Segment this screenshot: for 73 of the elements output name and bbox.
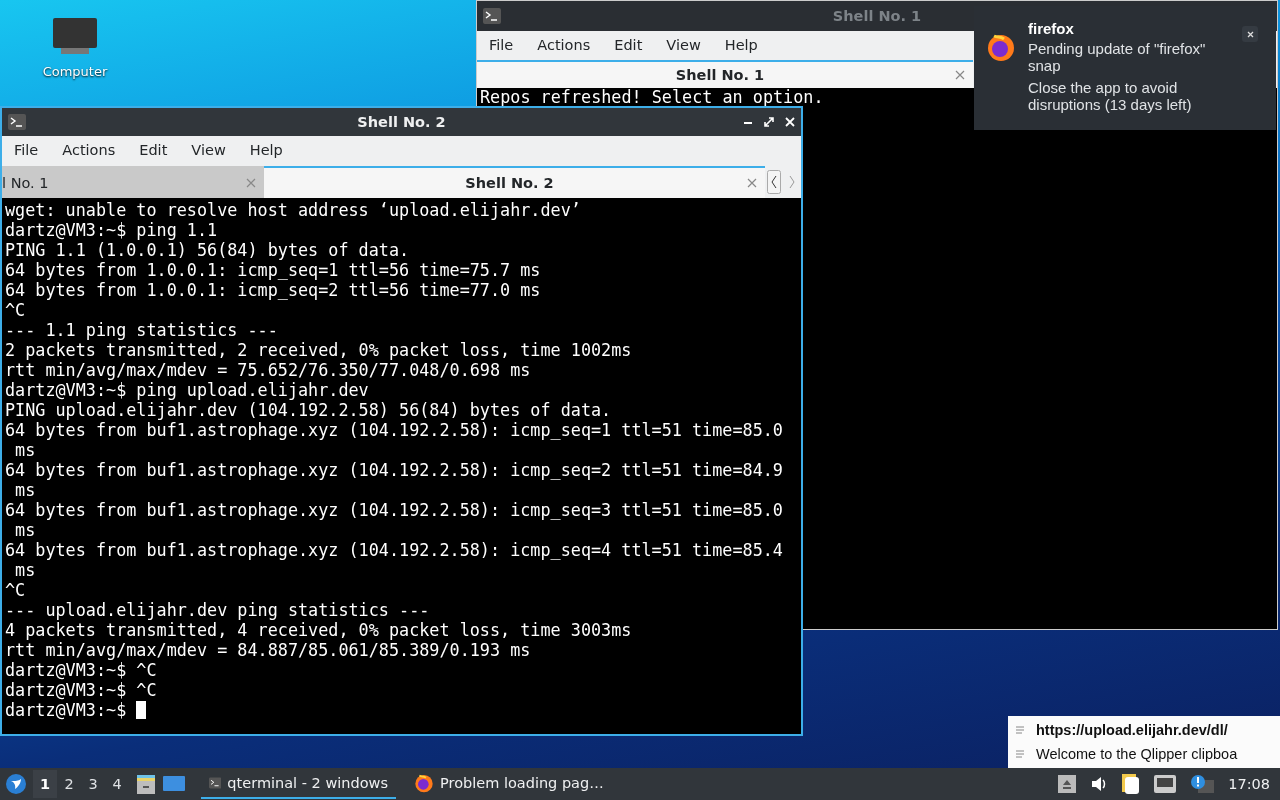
terminal-line: ^C bbox=[5, 300, 26, 320]
tab[interactable]: l No. 1 bbox=[2, 166, 264, 198]
terminal-line: 64 bytes from 1.0.0.1: icmp_seq=1 ttl=56 time=75.7 ms bbox=[5, 260, 541, 280]
terminal-line: ms bbox=[14, 480, 36, 500]
terminal-icon bbox=[8, 114, 26, 130]
menu-item[interactable]: File bbox=[481, 36, 522, 53]
terminal-line: 4 packets transmitted, 4 received, 0% packet loss, time 3003ms bbox=[5, 620, 632, 640]
menu-item[interactable]: View bbox=[183, 142, 234, 158]
clipboard-item[interactable]: Welcome to the Qlipper clipboa bbox=[1008, 742, 1280, 766]
taskbar-button[interactable]: qterminal - 2 windows bbox=[201, 769, 396, 799]
clock[interactable]: 17:08 bbox=[1228, 776, 1270, 792]
window-title: Shell No. 1 bbox=[832, 8, 922, 24]
computer-icon[interactable] bbox=[53, 18, 97, 56]
text-icon bbox=[1016, 750, 1024, 758]
clipboard-icon[interactable] bbox=[1122, 774, 1141, 794]
menu-item[interactable]: File bbox=[6, 142, 47, 158]
tab[interactable]: Shell No. 1 bbox=[477, 60, 973, 88]
terminal-line: wget: unable to resolve host address ‘upload.elijahr.dev’ bbox=[5, 200, 581, 220]
firefox-icon bbox=[986, 32, 1016, 62]
terminal-line: 64 bytes from buf1.astrophage.xyz (104.192.2.58): icmp_seq=4 ttl=51 time=85.4 bbox=[5, 540, 783, 560]
terminal-icon bbox=[483, 8, 501, 24]
text-cursor bbox=[136, 701, 147, 719]
terminal-line: 64 bytes from buf1.astrophage.xyz (104.192.2.58): icmp_seq=1 ttl=51 time=85.0 bbox=[5, 420, 783, 440]
scroll-left-icon[interactable] bbox=[767, 170, 781, 194]
terminal-line: dartz@VM3:~$ ping upload.elijahr.dev bbox=[5, 380, 369, 400]
terminal-line: dartz@VM3:~$ ping 1.1 bbox=[5, 220, 218, 240]
terminal-line: 64 bytes from 1.0.0.1: icmp_seq=2 ttl=56 time=77.0 ms bbox=[5, 280, 541, 300]
window-title: Shell No. 2 bbox=[357, 114, 446, 130]
terminal-icon bbox=[209, 775, 222, 791]
tab[interactable]: Shell No. 2 bbox=[264, 166, 765, 198]
terminal-line: rtt min/avg/max/mdev = 75.652/76.350/77.048/0.698 ms bbox=[5, 360, 531, 380]
text-icon bbox=[1016, 726, 1024, 734]
menu-item[interactable]: Actions bbox=[529, 36, 599, 53]
terminal-line: --- 1.1 ping statistics --- bbox=[5, 320, 278, 340]
start-menu-icon[interactable] bbox=[5, 773, 27, 795]
terminal-line: rtt min/avg/max/mdev = 84.887/85.061/85.389/0.193 ms bbox=[5, 640, 531, 660]
menu-item[interactable]: Help bbox=[716, 36, 766, 53]
menu-item[interactable]: Help bbox=[241, 142, 291, 158]
notification-title: firefox bbox=[1028, 20, 1075, 37]
close-button[interactable] bbox=[1242, 26, 1258, 42]
terminal-line: ms bbox=[14, 440, 36, 460]
desktop-switch[interactable]: 1 bbox=[33, 770, 57, 798]
terminal-line: ms bbox=[14, 560, 36, 580]
menu-item[interactable]: Actions bbox=[54, 142, 124, 158]
terminal-line: 2 packets transmitted, 2 received, 0% packet loss, time 1002ms bbox=[5, 340, 632, 360]
show-desktop-icon[interactable] bbox=[163, 775, 185, 793]
notification-detail: Close the app to avoid disruptions (13 days left) bbox=[1028, 79, 1193, 113]
terminal-line: dartz@VM3:~$ ^C bbox=[5, 660, 157, 680]
terminal-line: ms bbox=[14, 520, 36, 540]
desktop-switch[interactable]: 2 bbox=[57, 770, 81, 798]
menu-item[interactable]: Edit bbox=[131, 142, 176, 158]
maximize-icon[interactable] bbox=[764, 117, 774, 127]
desktop-switch[interactable]: 4 bbox=[105, 770, 129, 798]
menu-item[interactable]: View bbox=[658, 36, 709, 53]
clipboard-item[interactable]: https://upload.elijahr.dev/dl/ bbox=[1008, 718, 1280, 742]
terminal-line: dartz@VM3:~$ bbox=[5, 700, 128, 720]
menu-item[interactable]: Edit bbox=[606, 36, 651, 53]
alert-icon[interactable] bbox=[1190, 774, 1215, 794]
terminal-line: 64 bytes from buf1.astrophage.xyz (104.192.2.58): icmp_seq=3 ttl=51 time=85.0 bbox=[5, 500, 783, 520]
network-icon[interactable] bbox=[1154, 775, 1177, 793]
terminal-line: ^C bbox=[5, 580, 26, 600]
taskbar-button[interactable]: Problem loading pag… bbox=[406, 769, 612, 799]
file-cabinet-icon[interactable] bbox=[135, 773, 157, 795]
terminal-line: 64 bytes from buf1.astrophage.xyz (104.192.2.58): icmp_seq=2 ttl=51 time=84.9 bbox=[5, 460, 783, 480]
notification-message: Pending update of "firefox" snap bbox=[1028, 40, 1207, 74]
desktop-switch[interactable]: 3 bbox=[81, 770, 105, 798]
firefox-icon bbox=[414, 773, 434, 793]
terminal-line: dartz@VM3:~$ ^C bbox=[5, 680, 157, 700]
terminal-line: Repos refreshed! Select an option. bbox=[480, 88, 824, 107]
terminal-line: PING upload.elijahr.dev (104.192.2.58) 56(84) bytes of data. bbox=[5, 400, 612, 420]
eject-icon[interactable] bbox=[1058, 775, 1077, 793]
terminal-line: PING 1.1 (1.0.0.1) 56(84) bytes of data. bbox=[5, 240, 410, 260]
terminal-line: --- upload.elijahr.dev ping statistics --- bbox=[5, 600, 430, 620]
